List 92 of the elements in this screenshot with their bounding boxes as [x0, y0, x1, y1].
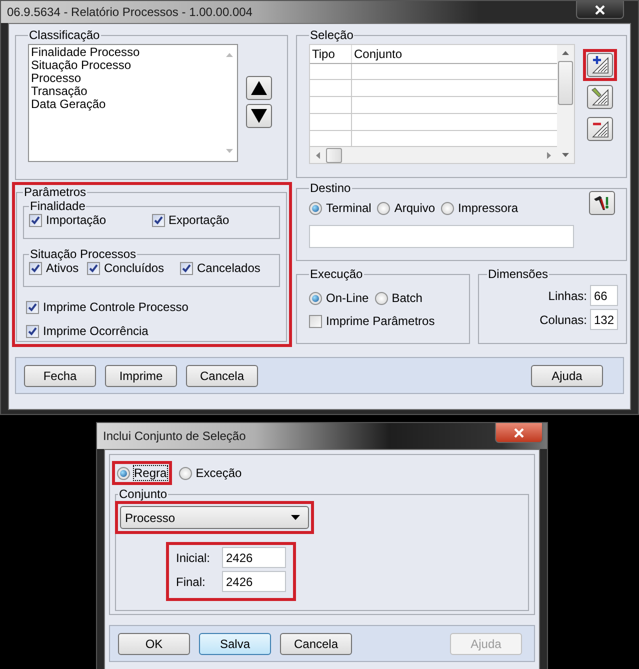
up-triangle-icon	[251, 81, 267, 95]
list-box[interactable]: Finalidade Processo Situação Processo Processo Transação Data Geração	[28, 44, 238, 162]
down-triangle-icon	[251, 109, 267, 123]
checkbox[interactable]	[309, 314, 322, 328]
field-label: Final:	[176, 574, 206, 588]
range-field[interactable]: 2426	[222, 547, 286, 568]
radio-button[interactable]	[178, 466, 192, 480]
vertical-scrollbar[interactable]	[557, 45, 574, 163]
radio-label: Exceção	[196, 466, 242, 480]
action-button[interactable]: OK	[118, 632, 190, 654]
group-label: Dimensões	[487, 267, 550, 281]
set-dropdown[interactable]: Processo	[120, 506, 309, 529]
pencil-hatched-icon	[590, 87, 610, 107]
action-button[interactable]: Fecha	[24, 364, 96, 386]
checkbox[interactable]	[29, 262, 42, 274]
scroll-thumb[interactable]	[326, 148, 342, 163]
close-icon	[513, 428, 525, 438]
radio-label: On-Line	[326, 291, 369, 305]
scroll-up-icon	[562, 51, 569, 55]
window-title: Inclui Conjunto de Seleção	[103, 429, 247, 443]
checkbox-label: Imprime Controle Processo	[43, 300, 188, 314]
group-label: Classificação	[28, 28, 101, 42]
group-label: Seleção	[309, 28, 354, 42]
horizontal-scrollbar[interactable]	[310, 147, 557, 163]
radio-label: Terminal	[326, 201, 372, 215]
checkbox-label: Concluídos	[104, 261, 164, 275]
scroll-up-icon	[226, 53, 232, 57]
list-item[interactable]: Transação	[31, 85, 219, 98]
radio-button[interactable]	[309, 292, 322, 304]
scroll-down-icon	[562, 153, 569, 157]
checkbox[interactable]	[26, 300, 39, 314]
radio-button[interactable]	[117, 466, 130, 480]
number-field[interactable]: 66	[590, 285, 618, 306]
edit-set-button[interactable]	[587, 85, 613, 109]
output-path-field[interactable]	[309, 225, 574, 248]
group-label: Situação Processos	[29, 247, 138, 261]
radio-label: Arquivo	[394, 201, 436, 215]
checkbox-label: Cancelados	[197, 261, 260, 275]
window-title: 06.9.5634 - Relatório Processos - 1.00.00.004	[7, 5, 254, 19]
column-header[interactable]: Tipo	[310, 45, 352, 63]
plus-hatched-icon	[590, 55, 610, 75]
column-header[interactable]: Conjunto	[352, 46, 557, 61]
help-button[interactable]: Ajuda	[531, 364, 603, 386]
checkbox[interactable]	[152, 214, 164, 226]
radio-label: Batch	[392, 291, 422, 305]
close-button[interactable]	[576, 1, 624, 19]
list-item[interactable]: Data Geração	[31, 98, 219, 111]
field-label: Linhas:	[548, 288, 587, 302]
checkbox-label: Exportação	[168, 213, 230, 227]
radio-label: Regra	[134, 466, 167, 480]
action-button[interactable]: Cancela	[280, 632, 352, 654]
range-field[interactable]: 2426	[222, 571, 286, 592]
checkbox-label: Imprime Ocorrência	[43, 324, 148, 338]
checkbox[interactable]	[26, 324, 39, 338]
group-label: Conjunto	[118, 487, 168, 501]
settings-button[interactable]	[589, 191, 615, 215]
scroll-thumb[interactable]	[558, 61, 573, 105]
number-field[interactable]: 132	[590, 309, 618, 330]
checkbox-label: Importação	[46, 213, 106, 227]
field-label: Colunas:	[540, 312, 587, 326]
radio-button[interactable]	[441, 202, 454, 214]
scroll-down-icon	[226, 149, 232, 153]
dropdown-arrow-icon	[291, 515, 300, 520]
scroll-right-icon	[547, 152, 551, 159]
move-down-button[interactable]	[246, 104, 272, 128]
checkbox-label: Ativos	[46, 261, 79, 275]
action-button[interactable]: Cancela	[186, 364, 258, 386]
field-label: Inicial:	[176, 550, 212, 564]
list-item[interactable]: Situação Processo	[31, 59, 219, 72]
group-label: Execução	[309, 267, 364, 281]
radio-label: Impressora	[458, 201, 518, 215]
list-item[interactable]: Processo	[31, 72, 219, 85]
checkbox-label: Imprime Parâmetros	[326, 314, 435, 328]
hammer-icon	[593, 195, 611, 211]
action-button[interactable]: Salva	[199, 632, 271, 654]
checkbox[interactable]	[180, 262, 193, 274]
remove-set-button[interactable]	[587, 117, 613, 141]
radio-button[interactable]	[377, 202, 390, 214]
scroll-left-icon	[316, 152, 320, 159]
radio-button[interactable]	[374, 292, 388, 304]
radio-button[interactable]	[309, 202, 322, 214]
minus-hatched-icon	[590, 119, 610, 139]
group-label: Destino	[309, 181, 352, 195]
checkbox[interactable]	[29, 214, 42, 226]
list-item[interactable]: Finalidade Processo	[31, 46, 219, 59]
data-grid[interactable]: Tipo Conjunto	[309, 44, 575, 164]
action-button[interactable]: Imprime	[105, 364, 177, 386]
checkbox[interactable]	[87, 262, 100, 274]
move-up-button[interactable]	[246, 76, 272, 100]
close-icon	[594, 4, 606, 14]
group-label: Finalidade	[29, 199, 86, 213]
group-label: Parâmetros	[23, 185, 88, 199]
